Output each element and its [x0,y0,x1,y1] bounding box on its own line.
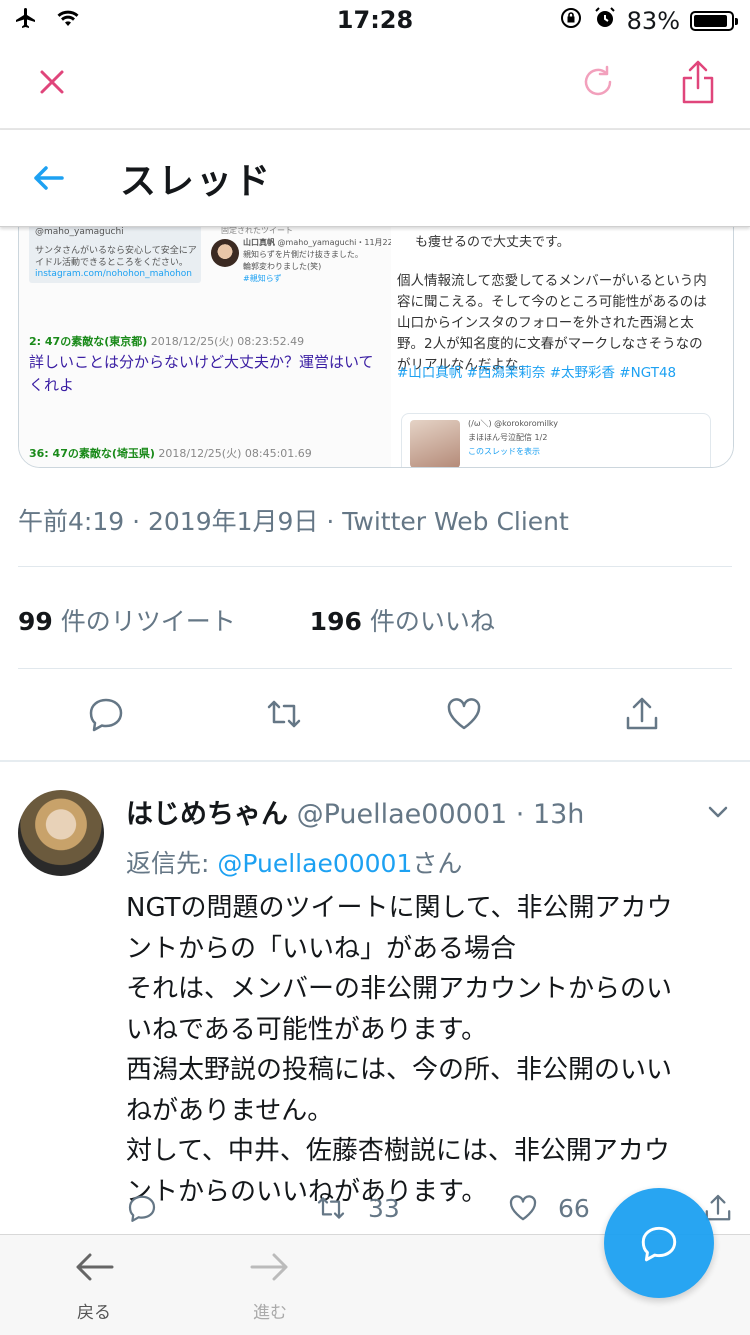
post-2-text: 詳しいことは分からないけど大丈夫か？運営はいてくれよ [29,353,374,394]
divider [18,668,732,669]
reply-icon[interactable] [86,694,126,734]
status-bar: 17:28 83% [0,0,750,42]
tweet-action-bar [0,688,750,744]
quoted-tweet-snippet: 固定されたツイート 山口真帆 @maho_yamaguchi・11月22日 親知… [211,223,401,287]
chat-bubble-icon [638,1222,680,1268]
like-icon[interactable] [444,694,484,734]
quoted-card: (/ω＼) @korokoromilky まほほん号泣配信 1/2 このスレッド… [401,413,711,467]
tweet-stats: 99 件のリツイート 196 件のいいね [18,602,495,638]
tweet-image[interactable]: @maho_yamaguchi サンタさんがいるなら安心して安全にア イドル活動… [18,200,734,468]
orientation-lock-icon [559,6,583,36]
author-name[interactable]: はじめちゃん [126,799,288,830]
retweets-stat[interactable]: 99 件のリツイート [18,607,236,636]
compose-reply-button[interactable] [604,1188,714,1298]
thread-header: スレッド [0,130,750,227]
replying-to: 返信先: @Puellae00001さん [126,849,463,878]
reply-icon[interactable] [126,1192,158,1230]
reply-time: · 13h [515,799,585,830]
forward-label: 進む [253,1303,287,1323]
retweet-count: 33 [368,1194,400,1223]
divider [18,566,732,567]
retweet-icon[interactable] [264,694,304,734]
back-button[interactable]: 戻る [54,1249,134,1323]
back-arrow-icon [72,1253,116,1290]
chevron-down-icon[interactable] [706,800,730,824]
quoted-card-thumbnail [410,420,460,467]
retweet-icon[interactable] [314,1192,348,1230]
like-icon[interactable] [506,1192,540,1230]
reply-to-handle[interactable]: @Puellae00001 [217,849,412,878]
browser-toolbar [0,42,750,130]
reply-tweet[interactable]: はじめちゃん @Puellae00001 · 13h 返信先: @Puellae… [0,762,750,1232]
author-handle[interactable]: @Puellae00001 [297,799,508,830]
profile-snippet: @maho_yamaguchi サンタさんがいるなら安心して安全にア イドル活動… [29,223,201,283]
back-label: 戻る [77,1303,111,1323]
reply-text: NGTの問題のツイートに関して、非公開アカウ ントからの「いいね」がある場合 そ… [126,893,673,1207]
share-icon[interactable] [678,58,718,106]
reload-icon[interactable] [578,62,618,102]
quoted-avatar [211,239,239,267]
likes-stat[interactable]: 196 件のいいね [310,607,495,636]
avatar[interactable] [18,790,104,876]
battery-icon [690,11,738,31]
like-count: 66 [558,1194,590,1223]
forward-button[interactable]: 進む [230,1249,310,1323]
battery-percentage: 83% [626,7,680,35]
quoted-post-text: 個人情報流して恋愛してるメンバーがいるという内容に聞こえる。そして今のところ可能… [397,273,707,373]
close-icon[interactable] [34,64,70,100]
image-left-panel: @maho_yamaguchi サンタさんがいるなら安心して安全にア イドル活動… [19,201,401,467]
page-title: スレッド [120,161,273,202]
reply-header: はじめちゃん @Puellae00001 · 13h [126,792,584,831]
image-right-panel: も痩せるので大丈夫です。 個人情報流して恋愛してるメンバーがいるという内容に聞こ… [391,201,733,467]
forward-arrow-icon [248,1253,292,1290]
alarm-icon [593,6,617,36]
post-2-header: 2: 47の素敵な(東京都) 2018/12/25(火) 08:23:52.49 [29,335,305,348]
quoted-post-hashtags: #山口真帆 #西潟茉莉奈 #太野彩香 #NGT48 [397,365,677,381]
share-tweet-icon[interactable] [622,694,662,734]
tweet-timestamp: 午前4:19 · 2019年1月9日 · Twitter Web Client [18,507,569,536]
back-arrow-icon[interactable] [30,160,66,196]
post-36-header: 36: 47の素敵な(埼玉県) 2018/12/25(火) 08:45:01.6… [29,447,312,460]
